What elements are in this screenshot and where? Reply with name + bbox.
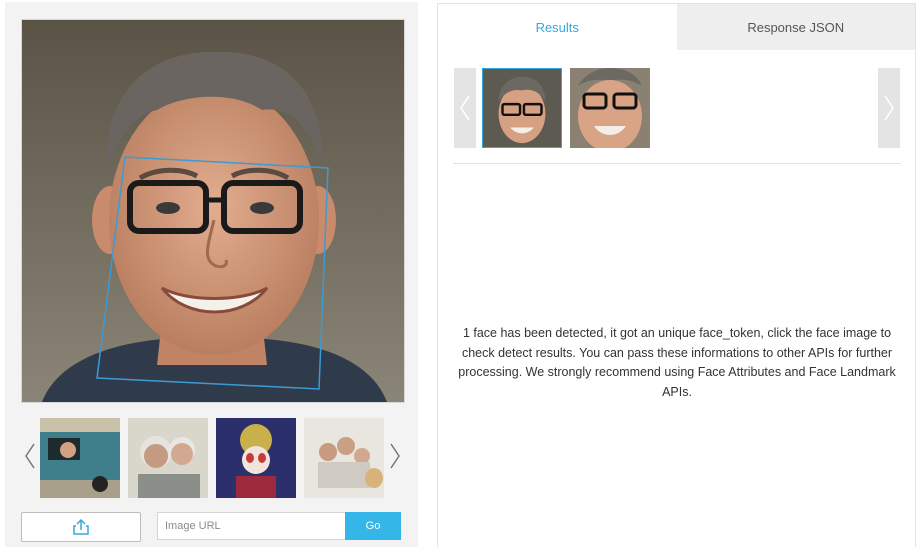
main-image bbox=[21, 19, 405, 403]
detected-face-thumbnail[interactable] bbox=[482, 68, 562, 148]
sample-thumbnail[interactable] bbox=[304, 418, 384, 498]
detected-face-thumbnail[interactable] bbox=[570, 68, 650, 148]
chevron-right-icon bbox=[390, 443, 400, 469]
photo-opera-performer-icon bbox=[216, 418, 296, 498]
carousel-prev-button[interactable] bbox=[21, 416, 39, 496]
photo-family-dog-icon bbox=[304, 418, 384, 498]
faces-next-button[interactable] bbox=[878, 68, 900, 148]
image-input-panel: Go bbox=[5, 2, 418, 547]
detected-faces-carousel bbox=[454, 68, 902, 148]
tab-results[interactable]: Results bbox=[438, 4, 677, 50]
detection-result-message: 1 face has been detected, it got an uniq… bbox=[458, 326, 896, 399]
share-upload-icon bbox=[73, 518, 89, 535]
sample-image-carousel bbox=[21, 416, 404, 498]
face-crop-2-icon bbox=[570, 68, 650, 148]
photo-elderly-couple-icon bbox=[128, 418, 208, 498]
chevron-left-icon bbox=[25, 443, 35, 469]
faces-prev-button[interactable] bbox=[454, 68, 476, 148]
image-url-input[interactable] bbox=[157, 512, 345, 540]
go-button[interactable]: Go bbox=[345, 512, 401, 540]
sample-thumbnail[interactable] bbox=[216, 418, 296, 498]
tab-response-json[interactable]: Response JSON bbox=[676, 4, 915, 50]
results-panel: Results Response JSON 1 face has been de… bbox=[437, 3, 916, 547]
upload-button[interactable] bbox=[21, 512, 141, 542]
results-tabs: Results Response JSON bbox=[438, 4, 915, 50]
face-crop-1-icon bbox=[483, 69, 561, 147]
chevron-left-icon bbox=[460, 95, 470, 121]
chevron-right-icon bbox=[884, 95, 894, 121]
sample-thumbnail[interactable] bbox=[128, 418, 208, 498]
portrait-photo bbox=[22, 20, 404, 402]
carousel-next-button[interactable] bbox=[386, 416, 404, 496]
divider bbox=[453, 163, 901, 164]
photo-truck-person-icon bbox=[40, 418, 120, 498]
sample-thumbnail[interactable] bbox=[40, 418, 120, 498]
